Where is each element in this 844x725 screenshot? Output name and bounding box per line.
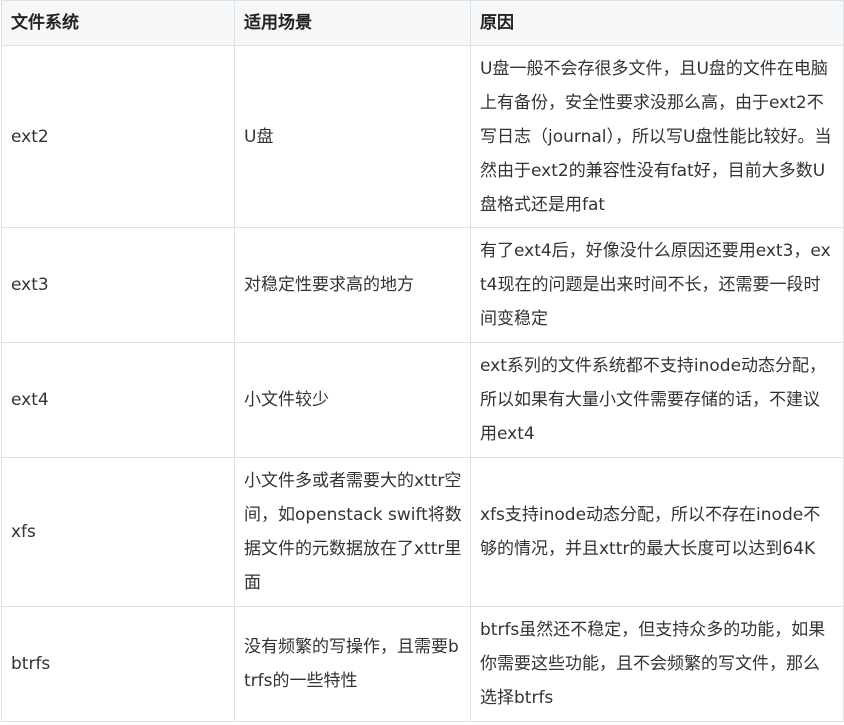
cell-reason: 有了ext4后，好像没什么原因还要用ext3，ext4现在的问题是出来时间不长，… xyxy=(470,227,844,343)
cell-reason: xfs支持inode动态分配，所以不存在inode不够的情况，并且xttr的最大… xyxy=(470,457,844,607)
cell-scenario: U盘 xyxy=(234,45,471,228)
cell-scenario: 对稳定性要求高的地方 xyxy=(234,227,471,343)
table-row: ext4 小文件较少 ext系列的文件系统都不支持inode动态分配，所以如果有… xyxy=(1,342,844,458)
cell-filesystem: btrfs xyxy=(1,606,235,722)
table-row: btrfs 没有频繁的写操作，且需要btrfs的一些特性 btrfs虽然还不稳定… xyxy=(1,606,844,722)
cell-filesystem: ext2 xyxy=(1,45,235,228)
filesystem-comparison-table: 文件系统 适用场景 原因 ext2 U盘 U盘一般不会存很多文件，且U盘的文件在… xyxy=(1,0,844,722)
cell-reason: ext系列的文件系统都不支持inode动态分配，所以如果有大量小文件需要存储的话… xyxy=(470,342,844,458)
table-row: ext2 U盘 U盘一般不会存很多文件，且U盘的文件在电脑上有备份，安全性要求没… xyxy=(1,45,844,228)
header-scenario: 适用场景 xyxy=(234,0,471,46)
cell-reason: U盘一般不会存很多文件，且U盘的文件在电脑上有备份，安全性要求没那么高，由于ex… xyxy=(470,45,844,228)
table-row: ext3 对稳定性要求高的地方 有了ext4后，好像没什么原因还要用ext3，e… xyxy=(1,227,844,343)
header-reason: 原因 xyxy=(470,0,844,46)
table-row: xfs 小文件多或者需要大的xttr空间，如openstack swift将数据… xyxy=(1,457,844,607)
cell-filesystem: xfs xyxy=(1,457,235,607)
cell-scenario: 没有频繁的写操作，且需要btrfs的一些特性 xyxy=(234,606,471,722)
cell-filesystem: ext4 xyxy=(1,342,235,458)
cell-reason: btrfs虽然还不稳定，但支持众多的功能，如果你需要这些功能，且不会频繁的写文件… xyxy=(470,606,844,722)
table-header-row: 文件系统 适用场景 原因 xyxy=(1,0,844,46)
cell-scenario: 小文件较少 xyxy=(234,342,471,458)
cell-scenario: 小文件多或者需要大的xttr空间，如openstack swift将数据文件的元… xyxy=(234,457,471,607)
cell-filesystem: ext3 xyxy=(1,227,235,343)
header-filesystem: 文件系统 xyxy=(1,0,235,46)
